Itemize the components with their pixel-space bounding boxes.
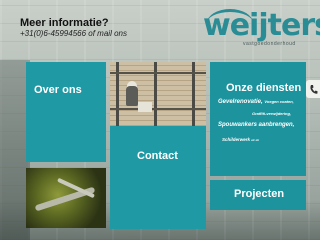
tile-over-ons-label: Over ons (34, 84, 82, 96)
logo[interactable]: weijters vastgoedonderhoud (203, 6, 320, 50)
tile-onze-diensten[interactable]: Onze diensten Gevelrenovatie, Voegen coa… (210, 62, 306, 176)
service-line: Gevelrenovatie, Voegen coaten, (218, 99, 294, 105)
service-line: Graffiti-verwijdering, (252, 111, 292, 116)
tile-projecten-label: Projecten (234, 188, 285, 200)
contact-phone-link[interactable]: +31(0)6-45994566 of mail ons (20, 29, 127, 38)
service-line: Schilderwerk etc etc (222, 137, 260, 142)
photo-anchor-work (26, 168, 106, 228)
service-line: Spouwankers aanbrengen, (218, 122, 295, 128)
tile-contact[interactable]: Contact (110, 126, 206, 229)
tile-over-ons[interactable]: Over ons (26, 62, 106, 162)
tile-projecten[interactable]: Projecten (210, 180, 306, 210)
header: Meer informatie? +31(0)6-45994566 of mai… (0, 0, 320, 58)
side-phone-button[interactable] (306, 80, 320, 98)
tile-contact-label: Contact (137, 150, 178, 162)
phone-icon (309, 84, 318, 94)
tile-diensten-label: Onze diensten (226, 82, 302, 94)
logo-tagline: vastgoedonderhoud (243, 41, 296, 47)
logo-name: weijters (203, 8, 320, 43)
info-title: Meer informatie? (20, 17, 109, 29)
photo-scaffold-worker (110, 62, 206, 126)
